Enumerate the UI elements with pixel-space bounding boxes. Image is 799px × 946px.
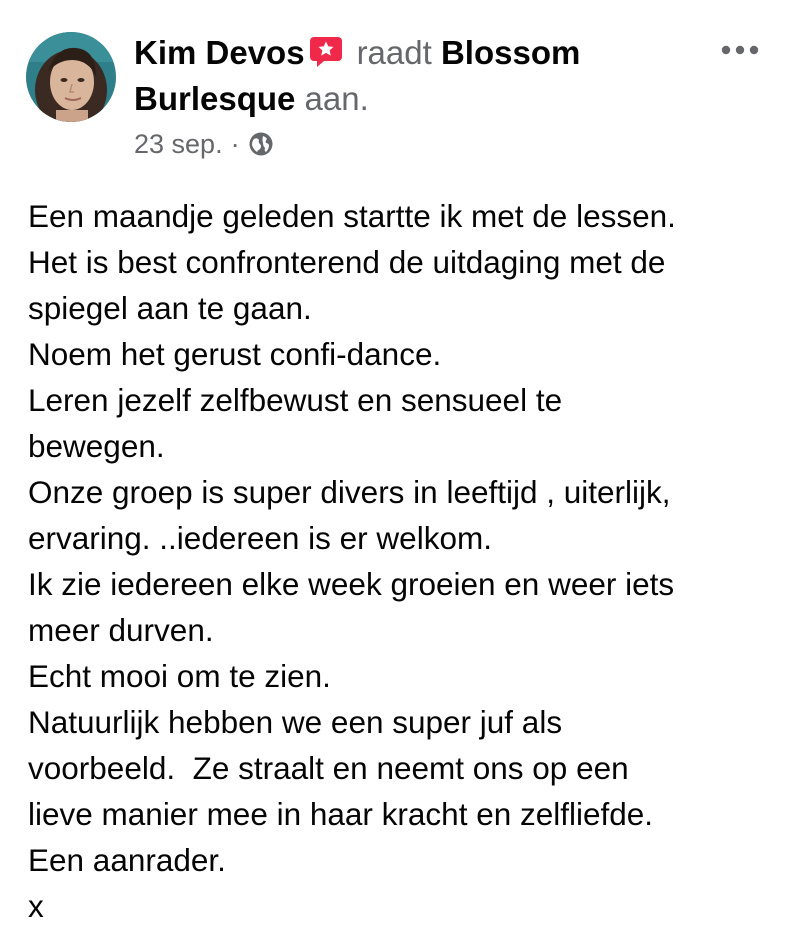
post-line: voorbeeld. Ze straalt en neemt ons op ee… — [28, 750, 629, 786]
post-line: Onze groep is super divers in leeftijd ,… — [28, 474, 671, 510]
post-line: lieve manier mee in haar kracht en zelfl… — [28, 796, 654, 832]
post-line: meer durven. — [28, 612, 214, 648]
globe-icon[interactable] — [248, 131, 274, 157]
profile-photo-icon — [26, 32, 116, 122]
post-header-text: Kim Devos raadt Blossom Burlesque aan. — [134, 30, 694, 122]
post-body: Een maandje geleden startte ik met de le… — [28, 193, 788, 929]
post-line: ervaring. ..iedereen is er welkom. — [28, 520, 492, 556]
post-line: Het is best confronterend de uitdaging m… — [28, 244, 666, 280]
recommendation-star-icon — [309, 36, 343, 68]
more-options-icon — [721, 45, 759, 55]
post-line: Een maandje geleden startte ik met de le… — [28, 198, 676, 234]
meta-separator: · — [230, 129, 240, 159]
post-line: Echt mooi om te zien. — [28, 658, 331, 694]
post-meta: 23 sep. · — [134, 124, 274, 164]
post-line: Noem het gerust confi-dance. — [28, 336, 442, 372]
post-line: x — [28, 888, 44, 924]
post-date[interactable]: 23 sep. — [134, 124, 223, 164]
action-text: raadt — [356, 34, 432, 71]
post-line: Een aanrader. — [28, 842, 226, 878]
action-suffix: aan. — [304, 80, 369, 117]
author-name[interactable]: Kim Devos — [134, 34, 305, 71]
post-line: spiegel aan te gaan. — [28, 290, 312, 326]
post-line: Natuurlijk hebben we een super juf als — [28, 704, 563, 740]
post-line: bewegen. — [28, 428, 165, 464]
post-line: Leren jezelf zelfbewust en sensueel te — [28, 382, 563, 418]
more-options-button[interactable] — [718, 38, 762, 62]
author-avatar[interactable] — [26, 32, 116, 122]
post-line: Ik zie iedereen elke week groeien en wee… — [28, 566, 675, 602]
post-header: Kim Devos raadt Blossom Burlesque aan. 23… — [0, 0, 799, 170]
